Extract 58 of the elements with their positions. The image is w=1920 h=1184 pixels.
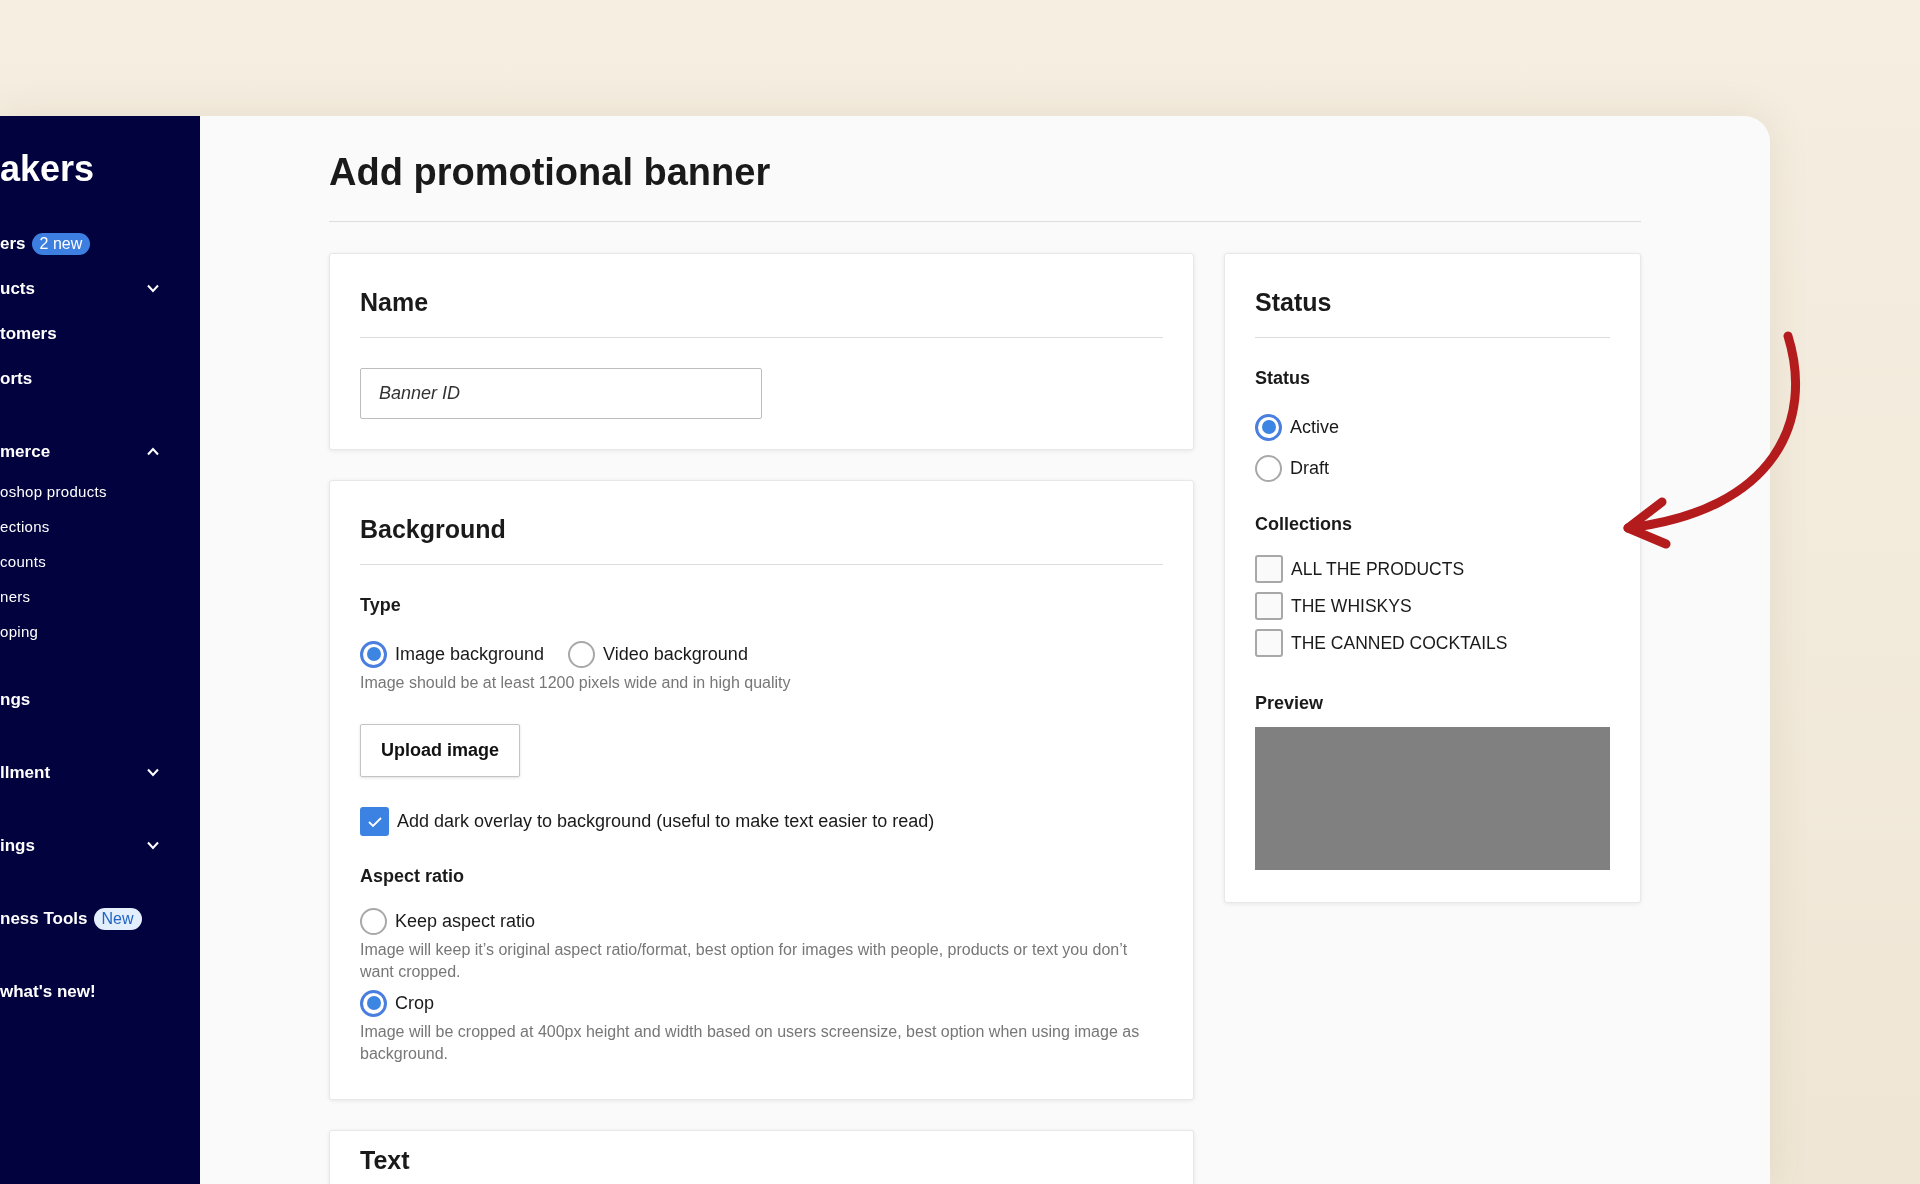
nav-item[interactable]: ngs bbox=[0, 689, 31, 710]
radio-button[interactable] bbox=[360, 907, 387, 935]
nav-item[interactable]: ers bbox=[0, 233, 26, 254]
radio-button[interactable] bbox=[1255, 413, 1282, 441]
field-label: Preview bbox=[1255, 693, 1325, 714]
checkbox-label[interactable]: Add dark overlay to background (useful to make text easier to read) bbox=[397, 811, 935, 832]
field-label: Aspect ratio bbox=[360, 866, 466, 887]
radio-button[interactable] bbox=[568, 640, 596, 668]
nav-item[interactable]: merce bbox=[0, 441, 51, 462]
checkbox-label[interactable]: THE CANNED COCKTAILS bbox=[1291, 632, 1508, 654]
radio-option[interactable]: Image background bbox=[360, 638, 545, 670]
nav-subitem[interactable]: ners bbox=[0, 588, 31, 605]
check-icon bbox=[366, 815, 383, 828]
radio-option[interactable]: Draft bbox=[1255, 452, 1610, 484]
nav-item[interactable]: tomers bbox=[0, 323, 57, 344]
radio-option[interactable]: Video background bbox=[568, 638, 748, 670]
field-label: Status bbox=[1255, 368, 1311, 389]
help-text: Image will keep it’s original aspect ratio/format, best option for images with people, products or text you don’t want cropped. bbox=[360, 940, 1129, 982]
chevron-down-icon[interactable] bbox=[146, 284, 160, 293]
radio-button[interactable] bbox=[360, 640, 387, 668]
nav-item[interactable]: ness Tools bbox=[0, 908, 88, 929]
radio-option[interactable]: Active bbox=[1255, 411, 1610, 443]
checkbox-label[interactable]: THE WHISKYS bbox=[1291, 595, 1412, 617]
nav-item[interactable]: llment bbox=[0, 762, 51, 783]
upload-button[interactable]: Upload image bbox=[360, 724, 521, 777]
checkbox[interactable] bbox=[1255, 555, 1283, 583]
checkbox-label[interactable]: ALL THE PRODUCTS bbox=[1291, 558, 1465, 580]
card-title: Background bbox=[360, 511, 1163, 565]
nav-subitem[interactable]: ections bbox=[0, 518, 50, 535]
nav-item[interactable]: ucts bbox=[0, 278, 35, 299]
input-field[interactable]: Banner ID bbox=[360, 368, 762, 419]
chevron-down-icon[interactable] bbox=[146, 768, 160, 777]
nav-subitem[interactable]: counts bbox=[0, 553, 46, 570]
nav-subitem[interactable]: oshop products bbox=[0, 483, 107, 500]
page-title: Add promotional banner bbox=[329, 148, 1641, 222]
checkbox[interactable] bbox=[360, 807, 389, 836]
nav-item[interactable]: ings bbox=[0, 835, 35, 856]
card-title: Status bbox=[1255, 284, 1610, 338]
radio-button[interactable] bbox=[1255, 454, 1282, 482]
card-title: Text bbox=[360, 1145, 411, 1175]
field-label: Type bbox=[360, 595, 402, 616]
card-title: Name bbox=[360, 284, 1163, 338]
nav-badge: New bbox=[93, 907, 142, 930]
radio-option[interactable]: Crop bbox=[360, 987, 1163, 1019]
help-text: Image will be cropped at 400px height and width based on users screensize, best option when using image as background. bbox=[360, 1022, 1141, 1064]
checkbox[interactable] bbox=[1255, 592, 1283, 620]
nav-item[interactable]: what's new! bbox=[0, 981, 96, 1002]
logo-text: akers bbox=[0, 149, 96, 189]
help-text: Image should be at least 1200 pixels wide and in high quality bbox=[360, 673, 792, 693]
nav-badge: 2 new bbox=[31, 232, 91, 255]
chevron-down-icon[interactable] bbox=[146, 841, 160, 850]
nav-subitem[interactable]: oping bbox=[0, 623, 39, 640]
radio-option[interactable]: Keep aspect ratio bbox=[360, 905, 1163, 937]
radio-button[interactable] bbox=[360, 989, 387, 1017]
chevron-up-icon[interactable] bbox=[146, 447, 160, 456]
nav-item[interactable]: orts bbox=[0, 368, 33, 389]
checkbox[interactable] bbox=[1255, 629, 1283, 657]
field-label: Collections bbox=[1255, 514, 1353, 535]
